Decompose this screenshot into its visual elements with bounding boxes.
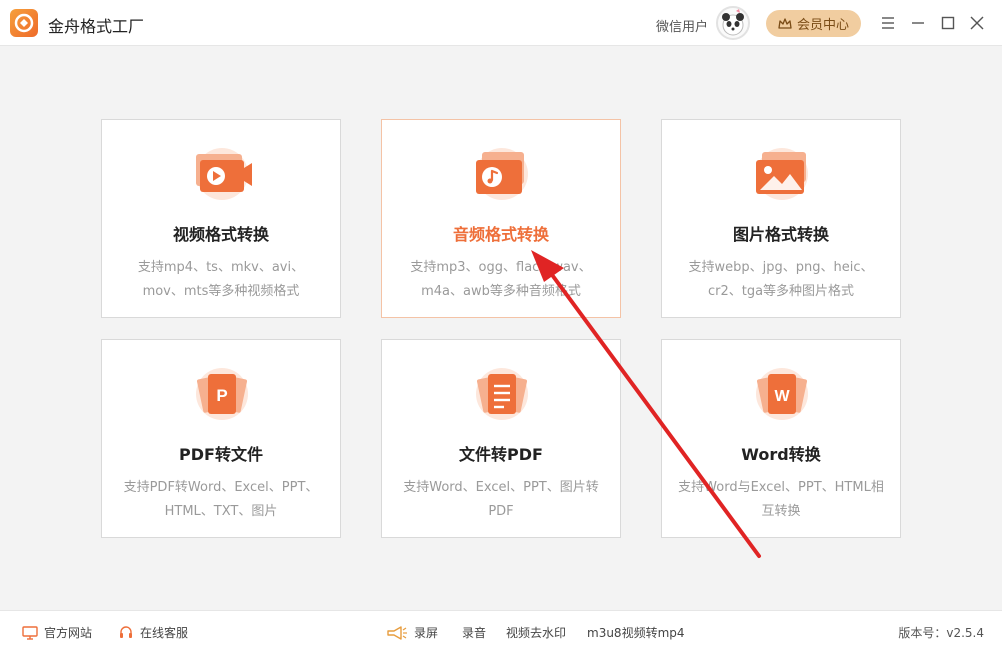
card-desc: 支持PDF转Word、Excel、PPT、HTML、TXT、图片: [123, 480, 319, 519]
official-website-label: 官方网站: [44, 626, 93, 640]
pdf-file-icon: P: [186, 362, 258, 422]
online-support-link[interactable]: 在线客服: [118, 624, 188, 641]
video-file-icon: [186, 142, 258, 202]
card-desc: 支持Word与Excel、PPT、HTML相互转换: [678, 480, 884, 519]
card-title: Word转换: [741, 445, 821, 464]
card-title: 文件转PDF: [459, 445, 543, 464]
remove-watermark-label: 视频去水印: [506, 626, 567, 640]
minimize-icon[interactable]: [908, 13, 928, 33]
card-desc: 支持mp3、ogg、flac、wav、m4a、awb等多种音频格式: [410, 260, 592, 299]
card-title: PDF转文件: [179, 445, 263, 464]
screen-record-label: 录屏: [414, 626, 439, 640]
word-file-icon: W: [746, 362, 818, 422]
megaphone-icon: [387, 625, 407, 640]
image-file-icon: [746, 142, 818, 202]
card-title: 视频格式转换: [172, 225, 269, 244]
card-desc: 支持Word、Excel、PPT、图片转PDF: [403, 480, 599, 519]
crown-icon: [778, 17, 792, 29]
close-icon[interactable]: [967, 13, 987, 33]
title-bar: 金舟格式工厂 微信用户 会员中心: [0, 0, 1002, 46]
headset-icon: [120, 625, 132, 638]
version-label: 版本号：v2.5.4: [898, 626, 984, 640]
user-name[interactable]: 微信用户: [656, 16, 708, 35]
card-desc: 支持webp、jpg、png、heic、cr2、tga等多种图片格式: [688, 260, 874, 299]
word-icon-glyph: W: [774, 388, 790, 405]
card-image-convert[interactable]: 图片格式转换 支持webp、jpg、png、heic、cr2、tga等多种图片格…: [661, 119, 901, 318]
card-file-to-pdf[interactable]: 文件转PDF 支持Word、Excel、PPT、图片转PDF: [381, 339, 621, 538]
audio-record-link[interactable]: 录音: [462, 624, 486, 641]
footer-bar: 官方网站 在线客服 录屏 录音 视频去水印 m3u8视频转mp4 版本号：v2.…: [0, 610, 1002, 652]
card-title: 音频格式转换: [452, 225, 549, 244]
vip-center-label: 会员中心: [796, 18, 849, 33]
card-video-convert[interactable]: 视频格式转换 支持mp4、ts、mkv、avi、mov、mts等多种视频格式: [101, 119, 341, 318]
vip-center-button[interactable]: 会员中心: [766, 10, 861, 37]
main-area: 视频格式转换 支持mp4、ts、mkv、avi、mov、mts等多种视频格式 音…: [0, 47, 1002, 610]
card-pdf-to-file[interactable]: P PDF转文件 支持PDF转Word、Excel、PPT、HTML、TXT、图…: [101, 339, 341, 538]
online-support-label: 在线客服: [140, 626, 189, 640]
app-title: 金舟格式工厂: [48, 17, 145, 36]
screen-record-link[interactable]: 录屏: [386, 624, 438, 641]
official-website-link[interactable]: 官方网站: [22, 624, 92, 641]
document-file-icon: [466, 362, 538, 422]
audio-file-icon: [466, 142, 538, 202]
menu-icon[interactable]: [878, 13, 898, 33]
maximize-icon[interactable]: [938, 13, 958, 33]
m3u8-convert-label: m3u8视频转mp4: [587, 626, 685, 640]
remove-watermark-link[interactable]: 视频去水印: [506, 624, 566, 641]
card-title: 图片格式转换: [732, 225, 829, 244]
card-desc: 支持mp4、ts、mkv、avi、mov、mts等多种视频格式: [137, 260, 305, 299]
audio-record-label: 录音: [462, 626, 487, 640]
card-audio-convert[interactable]: 音频格式转换 支持mp3、ogg、flac、wav、m4a、awb等多种音频格式: [381, 119, 621, 318]
avatar-panda-icon[interactable]: [716, 6, 750, 40]
app-logo-icon: [10, 9, 38, 37]
card-word-convert[interactable]: W Word转换 支持Word与Excel、PPT、HTML相互转换: [661, 339, 901, 538]
pdf-icon-glyph: P: [216, 386, 227, 405]
monitor-icon: [22, 625, 38, 640]
m3u8-convert-link[interactable]: m3u8视频转mp4: [587, 624, 685, 641]
